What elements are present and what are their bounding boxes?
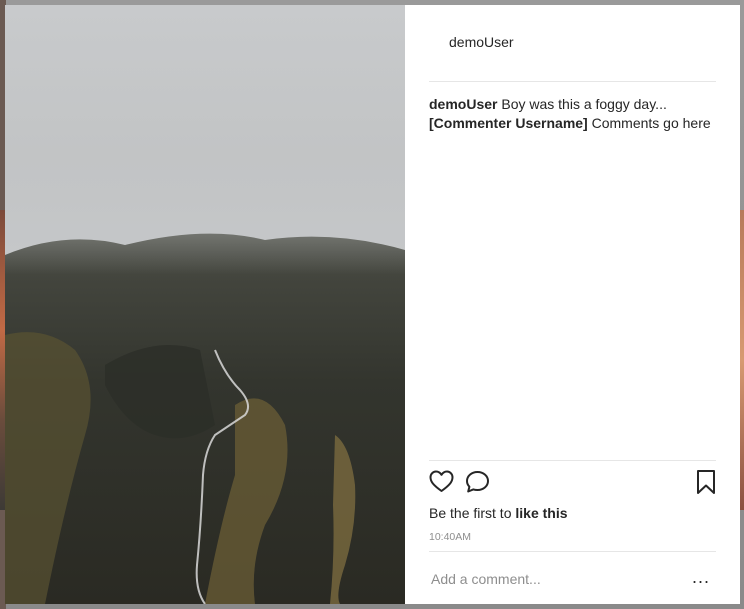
comment-text: Comments go here (591, 115, 711, 131)
post-photo (5, 5, 405, 604)
author-username[interactable]: demoUser (449, 34, 514, 50)
more-options-button[interactable]: ... (692, 567, 710, 587)
comment-form: ... (429, 561, 716, 597)
caption-username[interactable]: demoUser (429, 96, 497, 112)
caption: demoUser Boy was this a foggy day... (429, 95, 720, 114)
caption-text: Boy was this a foggy day... (501, 96, 667, 112)
commenter-username[interactable]: [Commenter Username] (429, 115, 588, 131)
post-details-panel: demoUser demoUser Boy was this a foggy d… (405, 5, 740, 604)
post-timestamp: 10:40AM (429, 531, 472, 543)
speech-bubble-icon[interactable] (465, 470, 490, 499)
like-this-link[interactable]: like this (515, 505, 567, 521)
bookmark-icon[interactable] (696, 469, 716, 500)
comment-item: [Commenter Username] Comments go here (429, 114, 720, 133)
post-actions: Be the first to like this 10:40AM (429, 460, 716, 552)
heart-icon[interactable] (429, 470, 454, 498)
post-modal: demoUser demoUser Boy was this a foggy d… (5, 5, 740, 604)
comment-input[interactable] (429, 567, 673, 591)
post-header: demoUser (429, 5, 716, 82)
foggy-mountain-image (5, 5, 405, 604)
likes-summary: Be the first to like this (429, 505, 568, 521)
likes-prefix: Be the first to (429, 505, 512, 521)
comments-list: demoUser Boy was this a foggy day... [Co… (429, 95, 720, 133)
